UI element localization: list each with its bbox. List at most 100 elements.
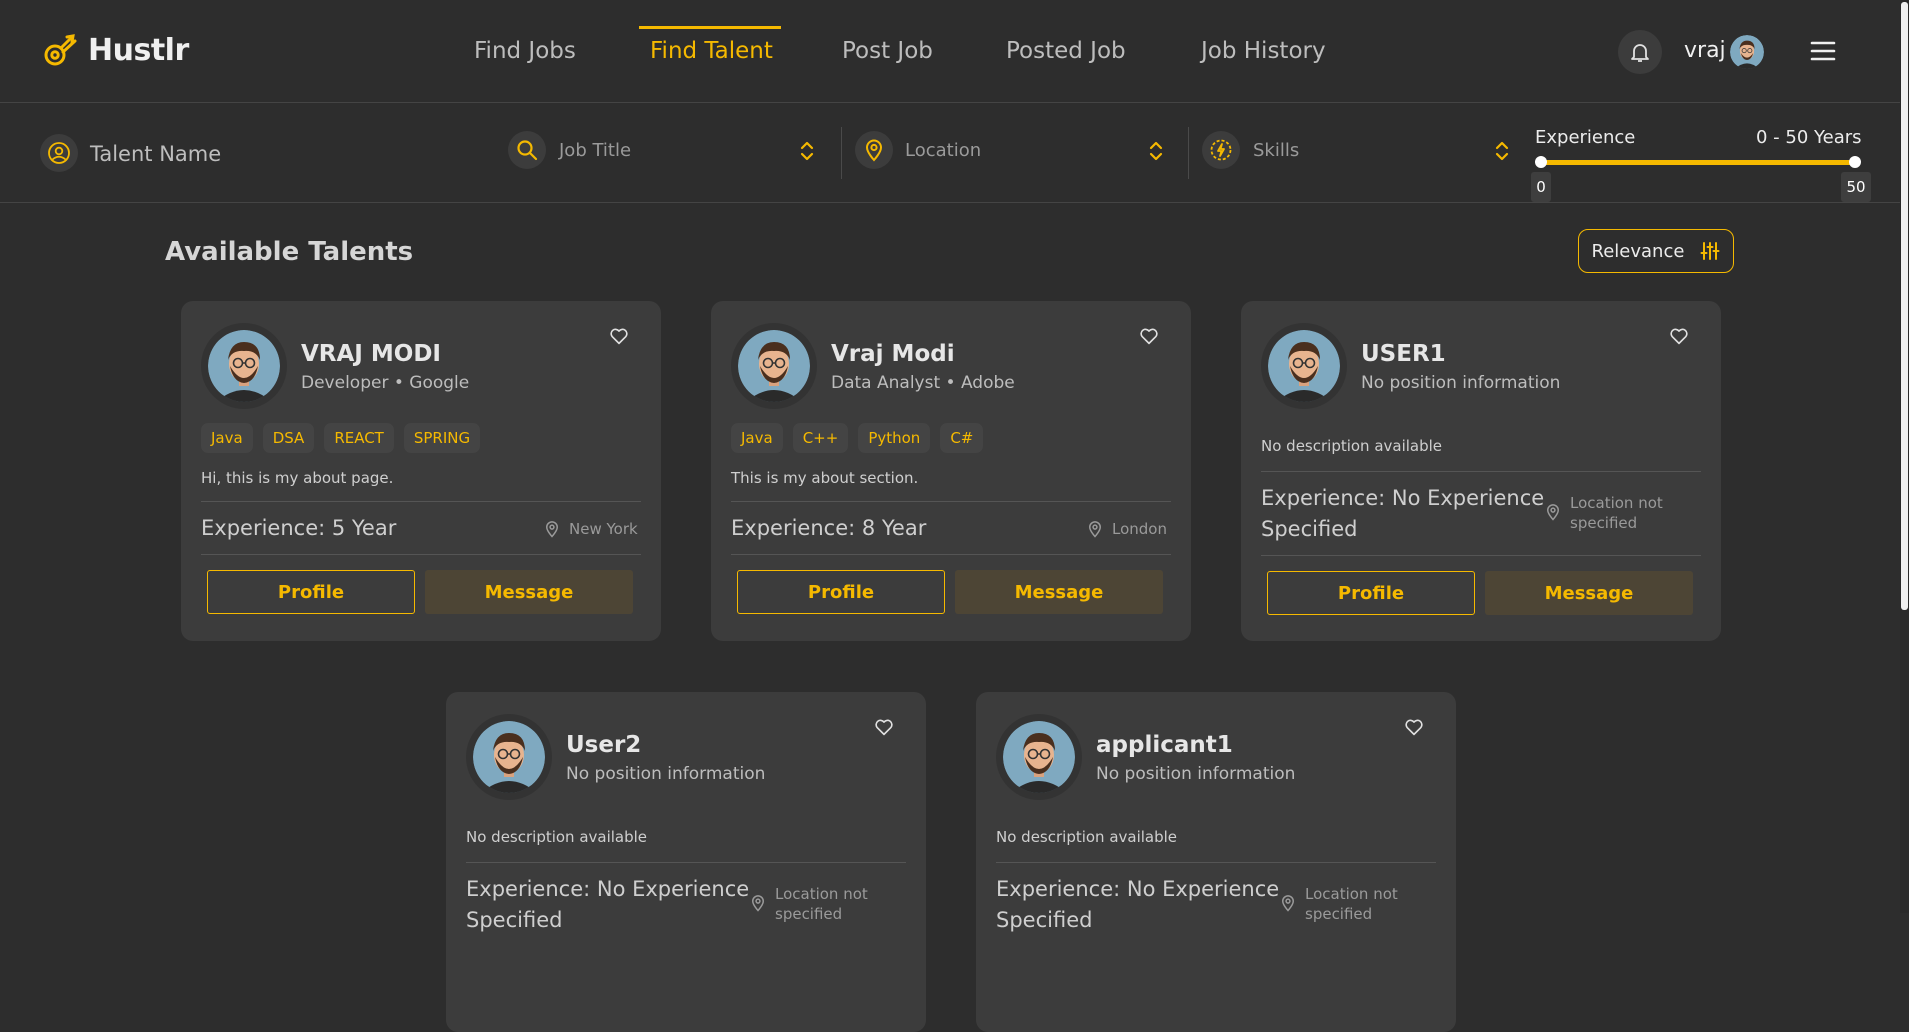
location-pin-icon	[1279, 893, 1297, 913]
talent-location-text: London	[1112, 520, 1167, 538]
experience-slider-max-thumb[interactable]	[1849, 156, 1861, 168]
talent-position: No position information	[1096, 764, 1296, 784]
talent-card: User2 No position information No descrip…	[446, 692, 926, 1032]
divider	[731, 501, 1171, 502]
talent-name-input[interactable]: Talent Name	[90, 142, 221, 166]
experience-slider-min-thumb[interactable]	[1535, 156, 1547, 168]
talent-card: Vraj Modi Data Analyst • Adobe Java C++ …	[711, 301, 1191, 641]
nav-post-job[interactable]: Post Job	[842, 38, 933, 64]
profile-button[interactable]: Profile	[1267, 571, 1475, 615]
talent-name[interactable]: USER1	[1361, 341, 1446, 367]
location-pin-icon	[1544, 502, 1562, 522]
location-icon-wrap	[855, 131, 893, 169]
profile-button[interactable]: Profile	[207, 570, 415, 614]
location-pin-icon	[1086, 519, 1104, 539]
location-pin-icon	[543, 519, 561, 539]
talent-location-text: Location not specified	[1305, 885, 1398, 923]
talent-location: New York	[543, 519, 638, 539]
search-icon	[515, 138, 539, 162]
talent-experience: Experience: 5 Year	[201, 516, 397, 540]
heart-icon[interactable]	[1139, 327, 1159, 345]
talent-experience: Experience: No Experience Specified	[1261, 486, 1545, 541]
talent-experience: Experience: 8 Year	[731, 516, 927, 540]
skill-tag: Python	[858, 423, 931, 453]
talent-name[interactable]: User2	[566, 732, 641, 758]
top-navbar: Hustlr Find Jobs Find Talent Post Job Po…	[0, 0, 1909, 103]
heart-icon[interactable]	[1404, 718, 1424, 736]
talent-name[interactable]: Vraj Modi	[831, 341, 955, 367]
divider	[201, 554, 641, 555]
talent-about: No description available	[1261, 437, 1443, 455]
location-pin-icon	[749, 893, 767, 913]
avatar[interactable]	[731, 323, 817, 409]
job-title-select[interactable]: Job Title	[559, 140, 631, 161]
avatar[interactable]	[1261, 323, 1347, 409]
user-avatar[interactable]	[1730, 35, 1764, 69]
nav-posted-job[interactable]: Posted Job	[1006, 38, 1126, 64]
talent-position: Developer • Google	[301, 373, 470, 393]
adjustments-icon	[1700, 241, 1720, 261]
talent-about: No description available	[466, 828, 648, 846]
talent-card: applicant1 No position information No de…	[976, 692, 1456, 1032]
skill-tag: C++	[792, 423, 849, 453]
avatar[interactable]	[201, 323, 287, 409]
skill-tag: REACT	[324, 423, 394, 453]
talent-about: No description available	[996, 828, 1178, 846]
skill-tags: Java C++ Python C#	[731, 423, 984, 453]
skill-tag: C#	[940, 423, 984, 453]
skills-select[interactable]: Skills	[1253, 140, 1299, 161]
message-button[interactable]: Message	[1485, 571, 1693, 615]
avatar[interactable]	[466, 714, 552, 800]
scrollbar-thumb[interactable]	[1901, 2, 1908, 610]
nav-find-talent[interactable]: Find Talent	[650, 38, 773, 64]
skills-chevron-updown-icon[interactable]	[1494, 139, 1510, 163]
filter-divider	[1188, 127, 1189, 179]
heart-icon[interactable]	[609, 327, 629, 345]
message-button[interactable]: Message	[425, 570, 633, 614]
sort-relevance-button[interactable]: Relevance	[1578, 229, 1734, 273]
hamburger-menu-button[interactable]	[1810, 40, 1836, 62]
user-name[interactable]: vraj	[1684, 38, 1726, 63]
divider	[731, 554, 1171, 555]
bell-icon	[1628, 40, 1652, 64]
talent-position: Data Analyst • Adobe	[831, 373, 1015, 393]
divider	[1261, 471, 1701, 472]
skills-bolt-icon	[1209, 138, 1233, 162]
notifications-button[interactable]	[1618, 30, 1662, 74]
talent-location: Location not specified	[749, 884, 889, 924]
experience-slider-track[interactable]	[1540, 160, 1856, 165]
active-tab-indicator	[639, 26, 781, 29]
talent-location: London	[1086, 519, 1167, 539]
logo-icon	[42, 32, 78, 68]
talent-name[interactable]: applicant1	[1096, 732, 1233, 758]
menu-icon	[1810, 40, 1836, 62]
skill-tag: Java	[731, 423, 783, 453]
skills-icon-wrap	[1202, 131, 1240, 169]
talent-location: Location not specified	[1544, 493, 1684, 533]
nav-job-history[interactable]: Job History	[1201, 38, 1326, 64]
talent-location-text: New York	[569, 520, 638, 538]
divider	[466, 862, 906, 863]
heart-icon[interactable]	[1669, 327, 1689, 345]
app-logo[interactable]: Hustlr	[42, 32, 189, 68]
nav-find-jobs[interactable]: Find Jobs	[474, 38, 576, 64]
experience-label: Experience	[1535, 127, 1636, 148]
talent-experience: Experience: No Experience Specified	[466, 877, 750, 932]
talent-card: USER1 No position information No descrip…	[1241, 301, 1721, 641]
location-chevron-updown-icon[interactable]	[1148, 139, 1164, 163]
talent-name[interactable]: VRAJ MODI	[301, 341, 441, 367]
talent-experience: Experience: No Experience Specified	[996, 877, 1280, 932]
job-title-chevron-updown-icon[interactable]	[799, 139, 815, 163]
skill-tag: Java	[201, 423, 253, 453]
location-select[interactable]: Location	[905, 140, 981, 161]
message-button[interactable]: Message	[955, 570, 1163, 614]
profile-button[interactable]: Profile	[737, 570, 945, 614]
divider	[1261, 555, 1701, 556]
talent-location-text: Location not specified	[1570, 494, 1663, 532]
experience-min-value: 0	[1531, 172, 1551, 202]
skill-tags: Java DSA REACT SPRING	[201, 423, 481, 453]
talent-position: No position information	[566, 764, 766, 784]
talent-about: Hi, this is my about page.	[201, 469, 394, 487]
heart-icon[interactable]	[874, 718, 894, 736]
avatar[interactable]	[996, 714, 1082, 800]
